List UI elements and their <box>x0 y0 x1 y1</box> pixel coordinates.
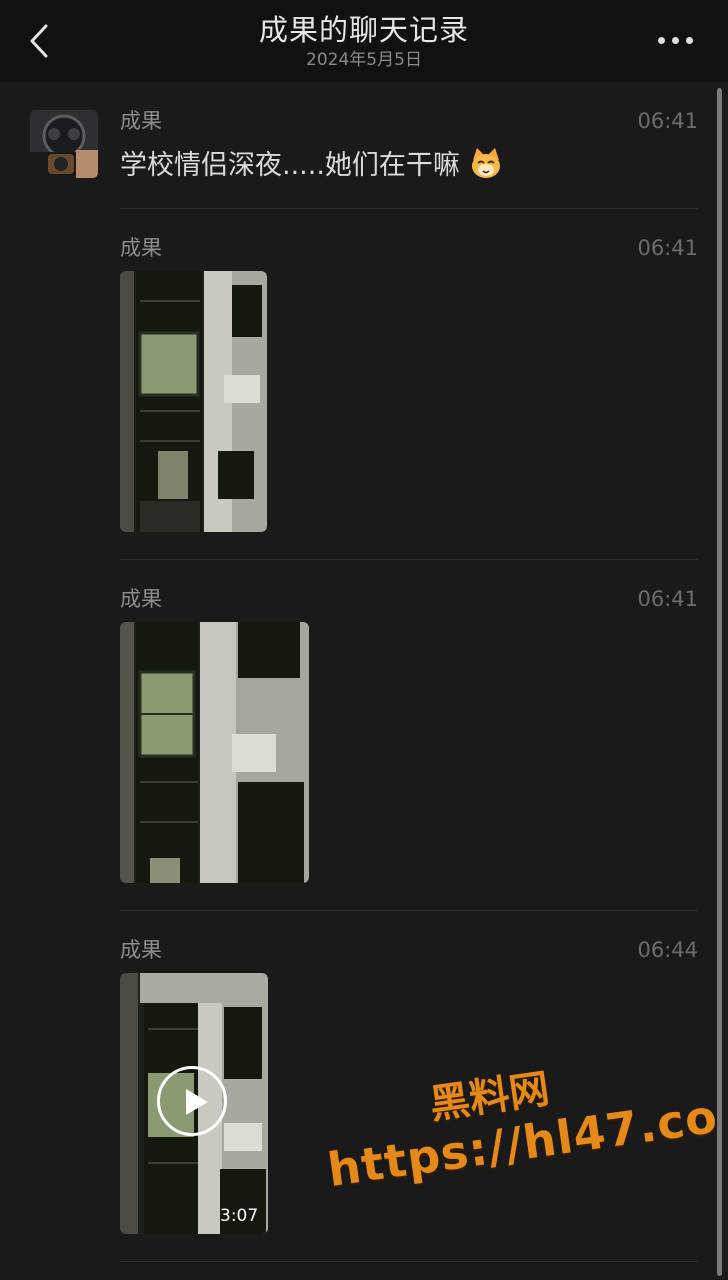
message-bubble[interactable]: 学校情侣深夜.....她们在干嘛 <box>120 146 503 184</box>
sender-name: 成果 <box>120 236 162 260</box>
message-divider <box>120 559 698 560</box>
avatar[interactable] <box>30 110 98 178</box>
watermark: 黑料网 https://hl47.co <box>318 1043 721 1197</box>
ellipsis-icon <box>658 37 665 44</box>
message-time: 06:41 <box>637 587 698 611</box>
sender-name: 成果 <box>120 938 162 962</box>
cat-face-emoji <box>471 148 500 178</box>
message-time: 06:41 <box>637 236 698 260</box>
sender-name: 成果 <box>120 109 162 133</box>
video-duration: 3:07 <box>220 1206 259 1226</box>
page-title: 成果的聊天记录 <box>258 13 469 47</box>
message-time: 06:44 <box>637 938 698 962</box>
message-item: 成果 06:41 <box>120 235 698 265</box>
message-divider <box>120 910 698 911</box>
message-divider <box>120 208 698 209</box>
sender-name: 成果 <box>120 587 162 611</box>
building-photo <box>120 271 267 532</box>
message-divider <box>120 1261 698 1262</box>
message-time: 06:41 <box>637 109 698 133</box>
image-thumbnail[interactable] <box>120 271 267 532</box>
building-photo <box>120 622 309 883</box>
more-button[interactable] <box>652 24 700 58</box>
back-button[interactable] <box>24 20 58 62</box>
avatar-image <box>30 110 98 178</box>
message-item: 成果 06:41 学校情侣深夜.....她们在干嘛 <box>120 108 698 188</box>
message-text: 学校情侣深夜.....她们在干嘛 <box>120 150 460 181</box>
navigation-bar: 成果的聊天记录 2024年5月5日 <box>0 0 728 82</box>
video-thumbnail[interactable]: 3:07 <box>120 973 268 1234</box>
message-item: 成果 06:44 <box>120 937 698 967</box>
message-item: 成果 06:41 <box>120 586 698 616</box>
scrollbar[interactable] <box>717 88 722 1276</box>
image-thumbnail[interactable] <box>120 622 309 883</box>
play-button[interactable] <box>157 1066 227 1136</box>
chevron-left-icon <box>30 24 48 58</box>
chat-date: 2024年5月5日 <box>306 50 422 70</box>
